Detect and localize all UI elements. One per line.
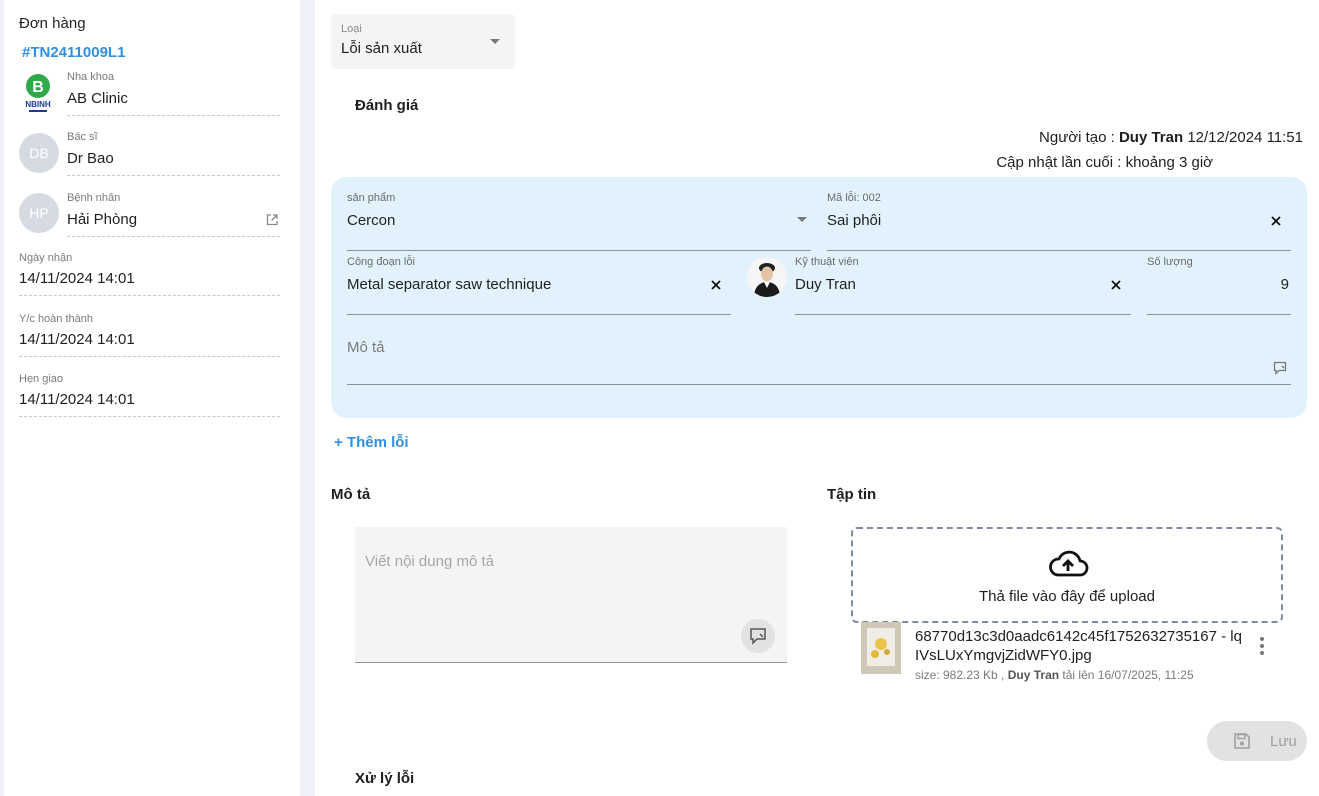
doctor-name: Dr Bao [67, 150, 114, 167]
due-date-field: Y/c hoàn thành 14/11/2024 14:01 [19, 313, 280, 357]
error-stage-label: Công đoạn lỗi [347, 256, 415, 268]
technician-select[interactable]: Kỹ thuật viên Duy Tran [795, 256, 1131, 315]
product-select[interactable]: sản phẩm Cercon [347, 192, 811, 251]
defect-description-placeholder: Mô tả [347, 339, 385, 356]
due-date-value: 14/11/2024 14:01 [19, 331, 135, 348]
received-date-value: 14/11/2024 14:01 [19, 270, 135, 287]
clinic-label: Nha khoa [67, 71, 115, 83]
file-size: size: 982.23 Kb , [915, 668, 1008, 682]
clinic-name: AB Clinic [67, 90, 128, 107]
patient-field: Bệnh nhân Hải Phòng [67, 192, 280, 237]
close-icon[interactable] [709, 278, 723, 292]
file-dropzone[interactable]: Thả file vào đây để upload [851, 527, 1283, 623]
error-code-label: Mã lỗi: 002 [827, 192, 881, 204]
creator-prefix: Người tạo : [1039, 129, 1119, 146]
delivery-date-value: 14/11/2024 14:01 [19, 391, 135, 408]
patient-name: Hải Phòng [67, 211, 138, 228]
due-date-label: Y/c hoàn thành [19, 313, 94, 325]
product-value: Cercon [347, 212, 396, 229]
dropzone-text: Thả file vào đây để upload [979, 588, 1155, 605]
received-date-label: Ngày nhận [19, 252, 73, 264]
description-textarea[interactable]: Viết nội dung mô tả [355, 527, 787, 663]
error-stage-select[interactable]: Công đoạn lỗi Metal separator saw techni… [347, 256, 731, 315]
file-upload-time: tải lên 16/07/2025, 11:25 [1059, 668, 1194, 682]
close-icon[interactable] [1109, 278, 1123, 292]
delivery-date-field: Hẹn giao 14/11/2024 14:01 [19, 373, 280, 417]
type-select-value: Lỗi sản xuất [341, 40, 422, 57]
doctor-field: Bác sĩ Dr Bao [67, 131, 280, 176]
quantity-input[interactable]: Số lượng 9 [1147, 256, 1291, 315]
error-code-select[interactable]: Mã lỗi: 002 Sai phôi [827, 192, 1291, 251]
doctor-label: Bác sĩ [67, 131, 98, 143]
patient-avatar: HP [19, 193, 59, 233]
save-button-label: Lưu [1270, 733, 1297, 750]
file-name[interactable]: 68770d13c3d0aadc6142c45f1752632735167 - … [915, 627, 1245, 665]
quantity-value: 9 [1280, 276, 1289, 293]
save-icon [1234, 733, 1250, 749]
error-stage-value: Metal separator saw technique [347, 276, 552, 293]
files-title: Tập tin [827, 486, 877, 503]
doctor-avatar: DB [19, 133, 59, 173]
error-code-value: Sai phôi [827, 212, 882, 229]
defect-description-input[interactable]: Mô tả [347, 337, 1291, 385]
clinic-field: Nha khoa AB Clinic [67, 71, 280, 116]
comment-template-icon[interactable] [1273, 361, 1287, 375]
add-error-link[interactable]: + Thêm lỗi [334, 434, 409, 451]
created-at: 12/12/2024 11:51 [1187, 129, 1303, 146]
file-meta: size: 982.23 Kb , Duy Tran tải lên 16/07… [915, 668, 1194, 682]
error-handling-title: Xử lý lỗi [355, 770, 415, 787]
product-label: sản phẩm [347, 192, 396, 204]
received-date-field: Ngày nhận 14/11/2024 14:01 [19, 252, 280, 296]
quantity-label: Số lượng [1147, 256, 1193, 268]
order-sidebar: Đơn hàng #TN2411009L1 B NBINH Nha khoa A… [4, 0, 300, 796]
svg-text:B: B [32, 79, 44, 96]
description-placeholder: Viết nội dung mô tả [365, 553, 494, 570]
more-vertical-icon[interactable] [1259, 636, 1265, 656]
technician-value: Duy Tran [795, 276, 856, 293]
file-uploader: Duy Tran [1007, 668, 1060, 682]
order-code[interactable]: #TN2411009L1 [22, 44, 125, 61]
cloud-upload-icon [1049, 550, 1089, 577]
chevron-down-icon [797, 217, 807, 222]
chevron-down-icon [490, 39, 500, 44]
main-panel: Loại Lỗi sản xuất Đánh giá Người tạo : D… [315, 0, 1319, 796]
panel-gutter [300, 0, 315, 796]
creator-line: Người tạo : Duy Tran 12/12/2024 11:51 [1039, 129, 1303, 146]
delivery-date-label: Hẹn giao [19, 373, 64, 385]
type-select[interactable]: Loại Lỗi sản xuất [331, 14, 515, 69]
technician-avatar [747, 257, 787, 297]
clinic-logo-icon: B NBINH [19, 74, 57, 112]
updated-line: Cập nhật lần cuối : khoảng 3 giờ [996, 154, 1213, 171]
description-title: Mô tả [331, 486, 371, 503]
save-button[interactable]: Lưu [1207, 721, 1307, 761]
close-icon[interactable] [1269, 214, 1283, 228]
defect-card: sản phẩm Cercon Mã lỗi: 002 Sai phôi Côn… [331, 177, 1307, 418]
patient-label: Bệnh nhân [67, 192, 121, 204]
svg-text:NBINH: NBINH [25, 100, 51, 109]
comment-template-icon [750, 628, 766, 645]
type-select-label: Loại [341, 23, 362, 35]
file-thumbnail[interactable] [861, 622, 901, 674]
sidebar-title: Đơn hàng [19, 15, 86, 32]
template-button[interactable] [741, 619, 775, 653]
technician-label: Kỹ thuật viên [795, 256, 859, 268]
external-link-icon[interactable] [266, 214, 278, 226]
creator-name: Duy Tran [1118, 129, 1184, 146]
evaluation-title: Đánh giá [355, 97, 419, 114]
updated-prefix: Cập nhật lần cuối : [996, 154, 1126, 171]
updated-value: khoảng 3 giờ [1125, 154, 1213, 171]
